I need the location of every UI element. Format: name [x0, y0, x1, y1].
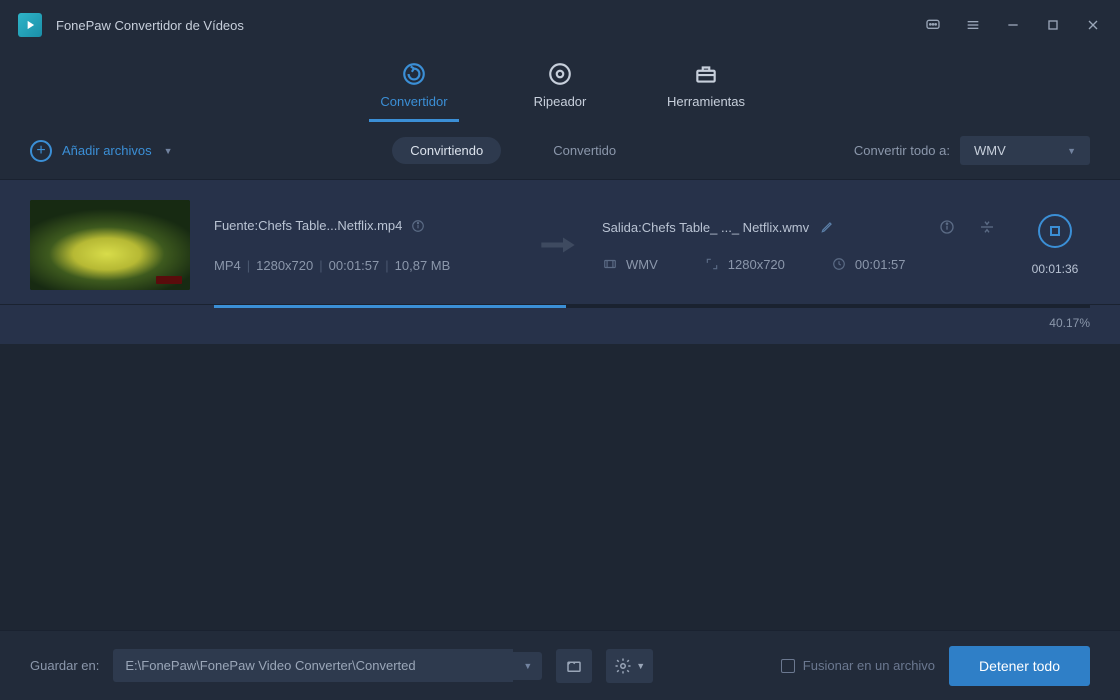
tab-ripper-label: Ripeador [534, 94, 587, 109]
output-path-field[interactable]: E:\FonePaw\FonePaw Video Converter\Conve… [113, 649, 513, 682]
bottom-bar: Guardar en: E:\FonePaw\FonePaw Video Con… [0, 630, 1120, 700]
eta-time: 00:01:36 [1032, 262, 1079, 276]
save-in-label: Guardar en: [30, 658, 99, 673]
resolution-icon [704, 256, 720, 272]
output-filename-line: Salida:Chefs Table_ ..._ Netflix.wmv [602, 218, 996, 236]
chevron-down-icon: ▼ [1067, 146, 1076, 156]
convert-all-label: Convertir todo a: [854, 143, 950, 158]
tab-converted[interactable]: Convertido [535, 137, 634, 164]
merge-checkbox[interactable]: Fusionar en un archivo [781, 658, 935, 673]
compress-icon[interactable] [978, 218, 996, 236]
source-resolution: 1280x720 [256, 258, 313, 273]
tab-converter-label: Convertidor [380, 94, 447, 109]
plus-icon: + [30, 140, 52, 162]
open-folder-button[interactable] [556, 649, 592, 683]
video-icon [602, 256, 618, 272]
output-duration: 00:01:57 [855, 257, 906, 272]
path-dropdown-button[interactable]: ▼ [513, 652, 542, 680]
format-value: WMV [974, 143, 1006, 158]
info-icon[interactable] [410, 218, 426, 234]
source-size: 10,87 MB [395, 258, 451, 273]
add-files-label: Añadir archivos [62, 143, 152, 158]
output-format: WMV [626, 257, 658, 272]
stop-button[interactable] [1038, 214, 1072, 248]
convert-icon [400, 60, 428, 88]
file-list: Fuente:Chefs Table...Netflix.mp4 MP4|128… [0, 180, 1120, 630]
tab-converter[interactable]: Convertidor [369, 60, 459, 122]
app-title: FonePaw Convertidor de Vídeos [56, 18, 924, 33]
clock-icon [831, 256, 847, 272]
output-filename: Salida:Chefs Table_ ..._ Netflix.wmv [602, 220, 809, 235]
output-meta: WMV 1280x720 00:01:57 [602, 256, 996, 272]
file-row: Fuente:Chefs Table...Netflix.mp4 MP4|128… [0, 180, 1120, 305]
window-controls [924, 16, 1102, 34]
stop-all-button[interactable]: Detener todo [949, 646, 1090, 686]
tab-tools[interactable]: Herramientas [661, 60, 751, 122]
edit-icon[interactable] [819, 219, 835, 235]
progress-bar [214, 305, 1090, 308]
app-window: FonePaw Convertidor de Vídeos C [0, 0, 1120, 700]
row-action-column: 00:01:36 [1020, 214, 1090, 276]
main-tabs: Convertidor Ripeador Herramientas [0, 50, 1120, 122]
tab-tools-label: Herramientas [667, 94, 745, 109]
chevron-down-icon: ▼ [164, 146, 173, 156]
minimize-button[interactable] [1004, 16, 1022, 34]
maximize-button[interactable] [1044, 16, 1062, 34]
output-resolution: 1280x720 [728, 257, 785, 272]
media-info-icon[interactable] [938, 218, 956, 236]
toolbox-icon [692, 60, 720, 88]
close-button[interactable] [1084, 16, 1102, 34]
progress-percent: 40.17% [214, 316, 1090, 330]
video-thumbnail[interactable] [30, 200, 190, 290]
source-duration: 00:01:57 [329, 258, 380, 273]
arrow-icon [538, 235, 578, 255]
output-actions [938, 218, 996, 236]
disc-icon [546, 60, 574, 88]
action-bar: + Añadir archivos ▼ Convirtiendo Convert… [0, 122, 1120, 180]
app-logo [18, 13, 42, 37]
status-tabs: Convirtiendo Convertido [392, 137, 634, 164]
format-dropdown[interactable]: WMV ▼ [960, 136, 1090, 165]
convert-all-group: Convertir todo a: WMV ▼ [854, 136, 1090, 165]
source-filename-line: Fuente:Chefs Table...Netflix.mp4 [214, 218, 514, 234]
feedback-icon[interactable] [924, 16, 942, 34]
progress-row: 40.17% [0, 305, 1120, 344]
add-files-button[interactable]: + Añadir archivos ▼ [30, 140, 173, 162]
menu-icon[interactable] [964, 16, 982, 34]
source-format: MP4 [214, 258, 241, 273]
source-filename: Fuente:Chefs Table...Netflix.mp4 [214, 218, 402, 233]
source-column: Fuente:Chefs Table...Netflix.mp4 MP4|128… [214, 218, 514, 273]
tab-converting[interactable]: Convirtiendo [392, 137, 501, 164]
settings-button[interactable]: ▼ [606, 649, 653, 683]
title-bar: FonePaw Convertidor de Vídeos [0, 0, 1120, 50]
tab-ripper[interactable]: Ripeador [515, 60, 605, 122]
checkbox-icon [781, 659, 795, 673]
source-meta: MP4|1280x720|00:01:57|10,87 MB [214, 258, 514, 273]
output-column: Salida:Chefs Table_ ..._ Netflix.wmv WMV… [602, 218, 996, 272]
merge-label: Fusionar en un archivo [803, 658, 935, 673]
